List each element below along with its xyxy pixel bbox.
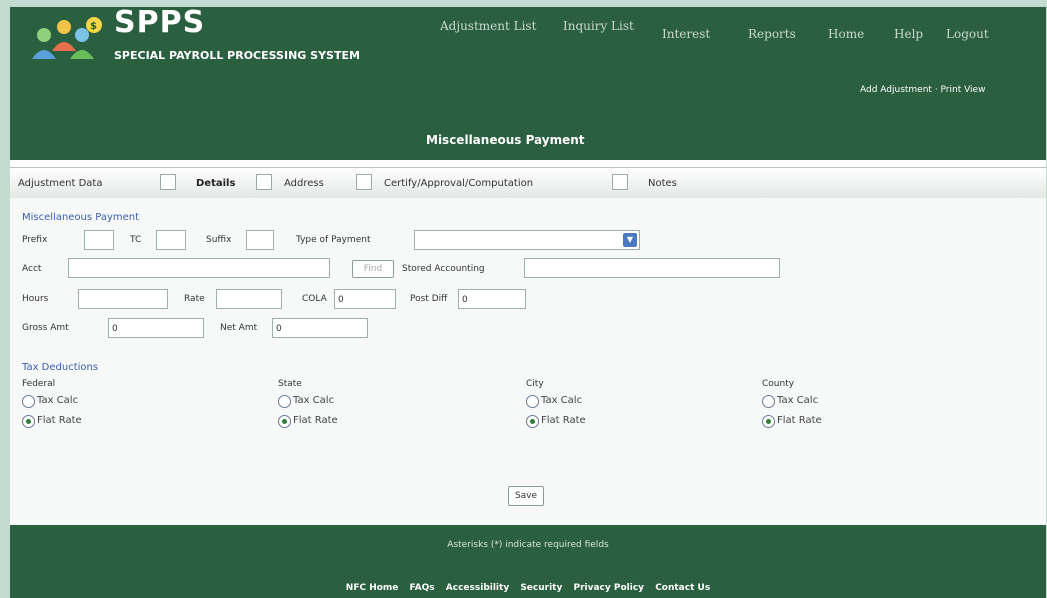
tab-adjustment-data[interactable]: Adjustment Data: [18, 174, 102, 194]
tab-address[interactable]: Address: [284, 174, 324, 194]
prefix-field[interactable]: [84, 230, 114, 250]
federal-label: Federal: [22, 379, 56, 389]
app-subtitle: SPECIAL PAYROLL PROCESSING SYSTEM: [114, 49, 360, 62]
radio-label: Tax Calc: [293, 395, 335, 406]
save-button[interactable]: Save: [508, 486, 544, 506]
tab-indicator: [612, 174, 628, 190]
app-header: $ SPPS SPECIAL PAYROLL PROCESSING SYSTEM…: [10, 7, 1046, 160]
state-tax-calc-radio[interactable]: Tax Calc: [278, 395, 398, 409]
utility-links[interactable]: Add Adjustment · Print View: [860, 85, 985, 95]
hours-field[interactable]: [78, 289, 168, 309]
page-title: Miscellaneous Payment: [426, 133, 585, 147]
stored-accounting-field[interactable]: [524, 258, 780, 278]
tab-indicator: [160, 174, 176, 190]
suffix-label: Suffix: [206, 235, 232, 245]
county-flat-rate-radio[interactable]: Flat Rate: [762, 415, 882, 429]
radio-label: Tax Calc: [777, 395, 819, 406]
hours-label: Hours: [22, 294, 49, 304]
acct-field[interactable]: [68, 258, 330, 278]
tab-certify-approval-computation[interactable]: Certify/Approval/Computation: [384, 174, 533, 194]
app-title: SPPS: [114, 7, 206, 40]
federal-tax-calc-radio[interactable]: Tax Calc: [22, 395, 142, 409]
footer-link-accessibility[interactable]: Accessibility: [446, 583, 509, 593]
radio-label: Tax Calc: [541, 395, 583, 406]
nav-home[interactable]: Home: [828, 27, 864, 41]
nav-inquiry-list[interactable]: Inquiry List: [563, 19, 634, 33]
nav-help[interactable]: Help: [894, 27, 923, 41]
footer-link-faqs[interactable]: FAQs: [410, 583, 435, 593]
radio-label: Flat Rate: [777, 415, 822, 426]
suffix-field[interactable]: [246, 230, 274, 250]
tab-indicator: [356, 174, 372, 190]
post-diff-label: Post Diff: [410, 294, 448, 304]
city-label: City: [526, 379, 544, 389]
details-form: Miscellaneous Payment Prefix TC Suffix T…: [10, 198, 1046, 525]
radio-label: Tax Calc: [37, 395, 79, 406]
stored-accounting-label: Stored Accounting: [402, 264, 485, 274]
acct-label: Acct: [22, 264, 42, 274]
tc-field[interactable]: [156, 230, 186, 250]
radio-unchecked-icon[interactable]: [762, 395, 775, 408]
footer-link-nfc-home[interactable]: NFC Home: [346, 583, 399, 593]
app-window: $ SPPS SPECIAL PAYROLL PROCESSING SYSTEM…: [10, 7, 1046, 598]
radio-checked-icon[interactable]: [762, 415, 775, 428]
nav-logout[interactable]: Logout: [946, 27, 1038, 41]
radio-unchecked-icon[interactable]: [278, 395, 291, 408]
radio-checked-icon[interactable]: [278, 415, 291, 428]
radio-label: Flat Rate: [37, 415, 82, 426]
radio-unchecked-icon[interactable]: [526, 395, 539, 408]
page-footer: Asterisks (*) indicate required fields N…: [10, 525, 1046, 598]
nav-interest[interactable]: Interest: [662, 27, 710, 41]
section-title-tax-deductions: Tax Deductions: [22, 362, 99, 373]
find-button[interactable]: Find: [352, 260, 394, 278]
radio-checked-icon[interactable]: [526, 415, 539, 428]
people-logo-icon: $: [32, 17, 102, 59]
cola-label: COLA: [302, 294, 327, 304]
rate-field[interactable]: [216, 289, 282, 309]
county-tax-calc-radio[interactable]: Tax Calc: [762, 395, 882, 409]
rate-label: Rate: [184, 294, 205, 304]
dropdown-arrow-icon[interactable]: ▼: [623, 233, 637, 247]
state-label: State: [278, 379, 302, 389]
city-tax-calc-radio[interactable]: Tax Calc: [526, 395, 646, 409]
type-of-payment-label: Type of Payment: [296, 235, 371, 245]
net-amt-field[interactable]: 0: [272, 318, 368, 338]
tab-indicator: [256, 174, 272, 190]
required-fields-note: Asterisks (*) indicate required fields: [447, 540, 609, 550]
tab-details[interactable]: Details: [196, 174, 235, 194]
city-flat-rate-radio[interactable]: Flat Rate: [526, 415, 646, 429]
radio-unchecked-icon[interactable]: [22, 395, 35, 408]
radio-label: Flat Rate: [293, 415, 338, 426]
post-diff-field[interactable]: 0: [458, 289, 526, 309]
county-label: County: [762, 379, 795, 389]
radio-label: Flat Rate: [541, 415, 586, 426]
cola-field[interactable]: 0: [334, 289, 396, 309]
svg-text:$: $: [90, 21, 97, 32]
tab-bar: Adjustment Data Details Address Certify/…: [10, 167, 1046, 199]
footer-link-privacy-policy[interactable]: Privacy Policy: [574, 583, 645, 593]
net-amt-label: Net Amt: [220, 323, 258, 333]
prefix-label: Prefix: [22, 235, 48, 245]
footer-link-contact-us[interactable]: Contact Us: [655, 583, 710, 593]
gross-amt-label: Gross Amt: [22, 323, 69, 333]
nav-adjustment-list[interactable]: Adjustment List: [440, 19, 536, 33]
radio-checked-icon[interactable]: [22, 415, 35, 428]
type-of-payment-select[interactable]: ▼: [414, 230, 640, 250]
tc-label: TC: [130, 235, 142, 245]
page-frame: $ SPPS SPECIAL PAYROLL PROCESSING SYSTEM…: [0, 0, 1047, 598]
section-title-misc-payment: Miscellaneous Payment: [22, 212, 140, 223]
gross-amt-field[interactable]: 0: [108, 318, 204, 338]
footer-link-security[interactable]: Security: [520, 583, 562, 593]
footer-links: NFC Home FAQs Accessibility Security Pri…: [10, 583, 1046, 593]
federal-flat-rate-radio[interactable]: Flat Rate: [22, 415, 142, 429]
state-flat-rate-radio[interactable]: Flat Rate: [278, 415, 398, 429]
nav-reports[interactable]: Reports: [748, 27, 796, 41]
tab-notes[interactable]: Notes: [648, 174, 677, 194]
